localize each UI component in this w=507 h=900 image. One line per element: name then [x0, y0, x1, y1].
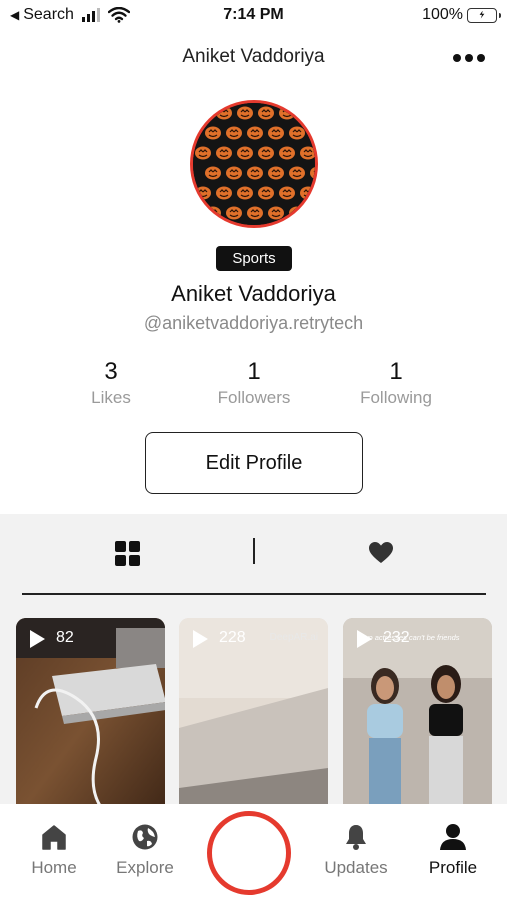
active-tab-indicator [22, 593, 486, 595]
stat-likes[interactable]: 3 Likes [41, 358, 181, 408]
pumpkin-shape [279, 106, 295, 120]
pumpkin-shape [289, 206, 305, 220]
pumpkin-face [208, 209, 218, 218]
pumpkin-shape [237, 146, 253, 160]
pumpkin-shape [226, 166, 242, 180]
stat-value: 1 [389, 358, 403, 385]
stat-label: Followers [217, 388, 291, 407]
pumpkin-shape [279, 146, 295, 160]
video-caption: two actresses can't be friends [361, 633, 460, 642]
pumpkin-shape [300, 106, 315, 120]
avatar[interactable] [190, 100, 318, 228]
nav-profile[interactable]: Profile [408, 822, 498, 878]
stat-followers[interactable]: 1 Followers [184, 358, 324, 408]
pumpkin-shape [247, 166, 263, 180]
pumpkin-shape [195, 186, 211, 200]
stat-value: 1 [247, 358, 261, 385]
nav-label: Profile [428, 858, 478, 877]
pumpkin-shape [237, 106, 253, 120]
pumpkin-shape [268, 166, 284, 180]
pumpkin-face [303, 109, 313, 118]
globe-icon [132, 824, 158, 850]
pumpkin-shape [216, 146, 232, 160]
play-icon [30, 630, 45, 648]
pumpkin-shape [205, 206, 221, 220]
pumpkin-shape [247, 206, 263, 220]
play-icon [193, 630, 208, 648]
category-badge: Sports [216, 246, 292, 271]
tab-videos[interactable] [102, 536, 152, 570]
pumpkin-shape [226, 126, 242, 140]
nav-updates[interactable]: Updates [311, 822, 401, 878]
pumpkin-shape [258, 186, 274, 200]
pumpkin-shape [205, 166, 221, 180]
pumpkin-shape [289, 126, 305, 140]
profile-handle: @aniketvaddoriya.retrytech [143, 313, 364, 333]
person-icon [440, 824, 466, 850]
status-bar: ◀ Search 7:14 PM 100% [0, 0, 507, 32]
pumpkin-face [313, 130, 315, 137]
stat-label: Likes [91, 388, 131, 407]
battery-icon [467, 7, 501, 23]
grid-icon [114, 540, 140, 566]
nav-label: Explore [116, 858, 174, 877]
pumpkin-shape [289, 166, 305, 180]
bell-icon [346, 825, 366, 850]
video-thumbnail[interactable]: 232 two actresses can't be friends [343, 618, 492, 804]
pumpkin-shape [310, 126, 315, 140]
pumpkin-face [292, 209, 302, 218]
more-dot-icon [477, 54, 485, 62]
status-right: 100% [422, 6, 501, 24]
pumpkin-shape [216, 186, 232, 200]
pumpkin-shape [268, 126, 284, 140]
nav-label: Updates [324, 858, 388, 877]
nav-explore[interactable]: Explore [100, 822, 190, 878]
profile-header: Aniket Vaddoriya [0, 40, 507, 74]
page-title: Aniket Vaddoriya [182, 46, 325, 67]
stat-value: 3 [104, 358, 118, 385]
stat-label: Following [360, 388, 432, 407]
pumpkin-shape [268, 206, 284, 220]
nav-home[interactable]: Home [9, 822, 99, 878]
nav-label: Home [31, 858, 77, 877]
stat-following[interactable]: 1 Following [326, 358, 466, 408]
profile-name: Aniket Vaddoriya [171, 281, 336, 306]
video-watermark: DeepAR.ai [269, 632, 318, 643]
pumpkin-shape [216, 106, 232, 120]
pumpkin-shape [195, 146, 211, 160]
pumpkin-shape [279, 186, 295, 200]
pumpkin-shape [205, 126, 221, 140]
pumpkin-shape [195, 106, 211, 120]
pumpkin-shape [237, 186, 253, 200]
video-thumbnail[interactable]: 82 [16, 618, 165, 804]
pumpkin-shape [247, 126, 263, 140]
pumpkin-shape [226, 206, 242, 220]
tab-divider [253, 538, 255, 564]
more-options-button[interactable] [453, 54, 485, 62]
edit-profile-button[interactable]: Edit Profile [145, 432, 363, 494]
video-thumbnail[interactable]: 228 DeepAR.ai [179, 618, 328, 804]
pumpkin-face [198, 109, 208, 118]
tab-liked[interactable] [356, 536, 406, 570]
heart-icon [369, 542, 393, 563]
profile-content: 82 228 DeepAR.ai 232 two actresses can't… [0, 514, 507, 804]
pumpkin-pattern-image [193, 103, 315, 225]
bottom-nav: Home Explore Updates Profile [0, 804, 507, 900]
record-button[interactable] [207, 811, 291, 895]
pumpkin-shape [310, 206, 315, 220]
pumpkin-shape [258, 106, 274, 120]
battery-percent: 100% [422, 6, 463, 23]
home-icon [42, 825, 66, 850]
more-dot-icon [465, 54, 473, 62]
pumpkin-shape [258, 146, 274, 160]
more-dot-icon [453, 54, 461, 62]
view-count: 82 [56, 629, 74, 646]
pumpkin-face [313, 210, 315, 217]
view-count: 228 [219, 629, 246, 646]
